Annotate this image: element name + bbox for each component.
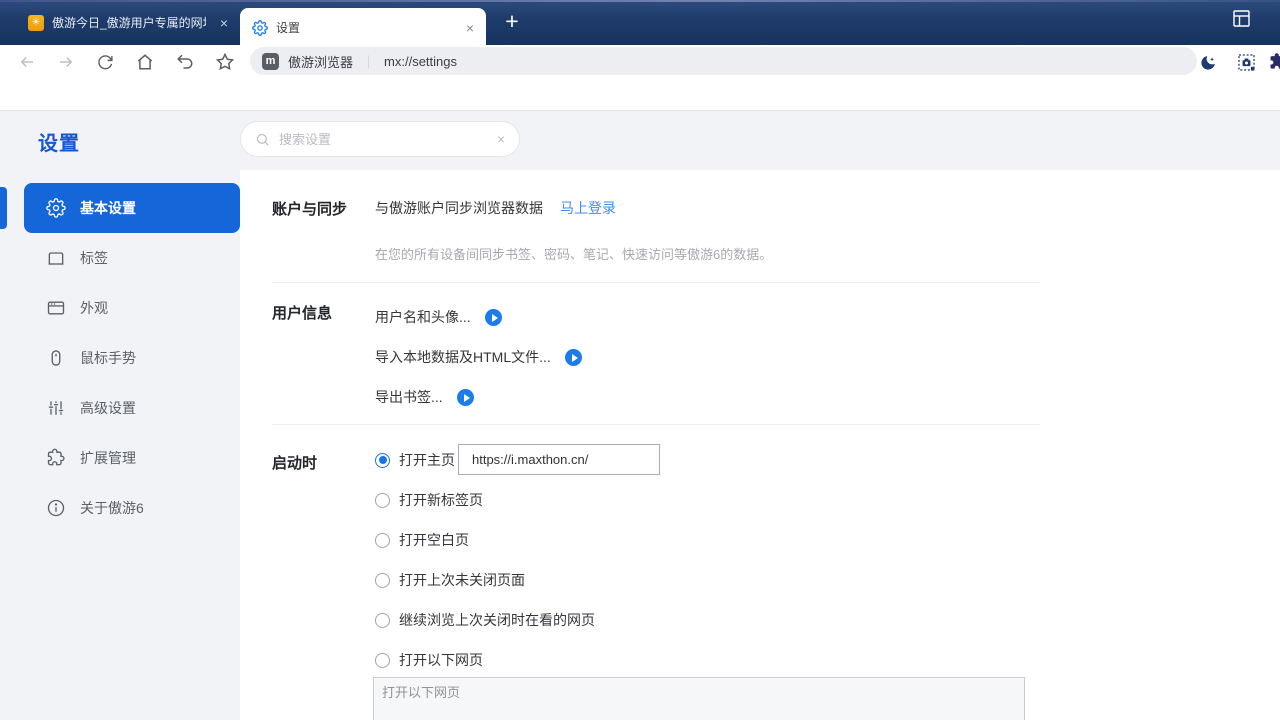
radio-label: 打开空白页 bbox=[399, 532, 469, 548]
row-label: 导出书签... bbox=[375, 389, 443, 405]
startup-option-homepage[interactable]: 打开主页 bbox=[375, 451, 455, 469]
settings-page: 设置 × 基本设置 标签 bbox=[0, 111, 1280, 720]
page-title: 设置 bbox=[38, 133, 80, 155]
section-title-account-sync: 账户与同步 bbox=[272, 201, 348, 218]
row-label: 导入本地数据及HTML文件... bbox=[375, 349, 551, 365]
tab-close-icon[interactable]: × bbox=[460, 20, 480, 36]
sidebar-item-mouse-gestures[interactable]: 鼠标手势 bbox=[24, 333, 240, 383]
home-button[interactable] bbox=[133, 50, 157, 74]
tab-bar: ☀ 傲游今日_傲游用户专属的网址导 × 设置 × + bbox=[0, 0, 1280, 45]
user-info-row-import[interactable]: 导入本地数据及HTML文件... bbox=[375, 347, 582, 367]
settings-search-box[interactable]: × bbox=[240, 121, 520, 157]
startup-option-specific-pages[interactable]: 打开以下网页 bbox=[375, 651, 483, 669]
search-icon bbox=[255, 132, 270, 147]
tab-title: 设置 bbox=[276, 21, 301, 35]
new-tab-button[interactable]: + bbox=[497, 7, 527, 37]
section-divider bbox=[272, 282, 1040, 283]
radio-label: 打开以下网页 bbox=[399, 652, 483, 668]
section-divider bbox=[272, 424, 1040, 425]
section-title-user-info: 用户信息 bbox=[272, 305, 333, 322]
sidebar-item-label: 高级设置 bbox=[80, 400, 136, 416]
radio-label: 打开上次未关闭页面 bbox=[399, 572, 525, 588]
browser-toolbar: m 傲游浏览器 ｜ mx://settings bbox=[0, 45, 1280, 111]
tab-icon bbox=[46, 248, 66, 268]
startup-option-new-tab[interactable]: 打开新标签页 bbox=[375, 491, 483, 509]
radio-unselected[interactable] bbox=[375, 652, 390, 668]
sync-detail-text: 在您的所有设备间同步书签、密码、笔记、快速访问等傲游6的数据。 bbox=[375, 247, 773, 262]
sidebar-item-label: 关于傲游6 bbox=[80, 500, 144, 516]
sidebar-item-label: 鼠标手势 bbox=[80, 350, 136, 366]
radio-label: 打开新标签页 bbox=[399, 492, 483, 508]
search-input[interactable] bbox=[279, 131, 497, 147]
browser-window: ☀ 傲游今日_傲游用户专属的网址导 × 设置 × + bbox=[0, 0, 1280, 720]
radio-label: 继续浏览上次关闭时在看的网页 bbox=[399, 612, 595, 628]
active-item-accent-bar bbox=[0, 187, 7, 229]
sidebar-item-label: 扩展管理 bbox=[80, 450, 136, 466]
play-button-icon[interactable] bbox=[456, 389, 474, 406]
sliders-icon bbox=[46, 398, 66, 418]
sidebar-item-advanced-settings[interactable]: 高级设置 bbox=[24, 383, 240, 433]
mouse-icon bbox=[46, 348, 66, 368]
sidebar-item-label: 标签 bbox=[80, 250, 108, 266]
sidebar-item-about[interactable]: 关于傲游6 bbox=[24, 483, 240, 533]
play-button-icon[interactable] bbox=[564, 349, 582, 366]
radio-unselected[interactable] bbox=[375, 492, 390, 508]
reload-button[interactable] bbox=[93, 50, 117, 74]
startup-option-blank-page[interactable]: 打开空白页 bbox=[375, 531, 469, 549]
window-layout-icon[interactable] bbox=[1233, 10, 1250, 27]
user-info-row-export[interactable]: 导出书签... bbox=[375, 387, 474, 407]
address-separator: ｜ bbox=[362, 54, 376, 70]
radio-selected[interactable] bbox=[375, 452, 390, 468]
address-url: mx://settings bbox=[384, 53, 457, 69]
sidebar-item-appearance[interactable]: 外观 bbox=[24, 283, 240, 333]
info-icon bbox=[46, 498, 66, 518]
browser-brand-label: 傲游浏览器 bbox=[288, 54, 354, 70]
sidebar-item-label: 基本设置 bbox=[80, 200, 136, 216]
radio-unselected[interactable] bbox=[375, 612, 390, 628]
tab-settings[interactable]: 设置 × bbox=[240, 8, 486, 45]
sidebar-item-extensions[interactable]: 扩展管理 bbox=[24, 433, 240, 483]
search-clear-icon[interactable]: × bbox=[497, 131, 505, 147]
homepage-url-input[interactable] bbox=[458, 444, 660, 475]
puzzle-icon bbox=[46, 448, 66, 468]
sidebar-item-tabs[interactable]: 标签 bbox=[24, 233, 240, 283]
startup-webpages-textarea[interactable] bbox=[373, 677, 1025, 720]
startup-option-continue-browsing[interactable]: 继续浏览上次关闭时在看的网页 bbox=[375, 611, 595, 629]
row-label: 用户名和头像... bbox=[375, 309, 471, 325]
night-mode-moon-icon[interactable] bbox=[1196, 50, 1220, 74]
tab-close-icon[interactable]: × bbox=[214, 15, 234, 31]
play-button-icon[interactable] bbox=[484, 309, 502, 326]
browser-window-icon bbox=[46, 298, 66, 318]
sidebar-item-basic-settings[interactable]: 基本设置 bbox=[24, 183, 240, 233]
undo-button[interactable] bbox=[173, 50, 197, 74]
forward-button[interactable] bbox=[54, 50, 78, 74]
tab-title: 傲游今日_傲游用户专属的网址导 bbox=[52, 16, 206, 30]
favorites-star-button[interactable] bbox=[213, 50, 237, 74]
login-link[interactable]: 马上登录 bbox=[560, 198, 616, 218]
radio-unselected[interactable] bbox=[375, 572, 390, 588]
maxthon-logo-icon: m bbox=[262, 52, 279, 70]
maxthon-today-favicon-icon: ☀ bbox=[28, 14, 44, 31]
startup-option-last-unclosed[interactable]: 打开上次未关闭页面 bbox=[375, 571, 525, 589]
settings-content: 账户与同步 与傲游账户同步浏览器数据 马上登录 在您的所有设备间同步书签、密码、… bbox=[240, 170, 1280, 720]
gear-icon bbox=[46, 198, 66, 218]
address-bar[interactable]: m 傲游浏览器 ｜ mx://settings bbox=[250, 47, 1197, 75]
sidebar-item-label: 外观 bbox=[80, 300, 108, 316]
settings-gear-favicon-icon bbox=[252, 19, 268, 36]
section-title-startup: 启动时 bbox=[272, 455, 318, 472]
screenshot-icon[interactable] bbox=[1234, 50, 1258, 74]
radio-label: 打开主页 bbox=[399, 452, 455, 468]
user-info-row-avatar[interactable]: 用户名和头像... bbox=[375, 307, 502, 327]
back-button[interactable] bbox=[15, 50, 39, 74]
tab-maxthon-today[interactable]: ☀ 傲游今日_傲游用户专属的网址导 × bbox=[16, 0, 240, 45]
extensions-puzzle-icon[interactable] bbox=[1266, 50, 1280, 74]
radio-unselected[interactable] bbox=[375, 532, 390, 548]
sync-description: 与傲游账户同步浏览器数据 bbox=[375, 200, 543, 216]
